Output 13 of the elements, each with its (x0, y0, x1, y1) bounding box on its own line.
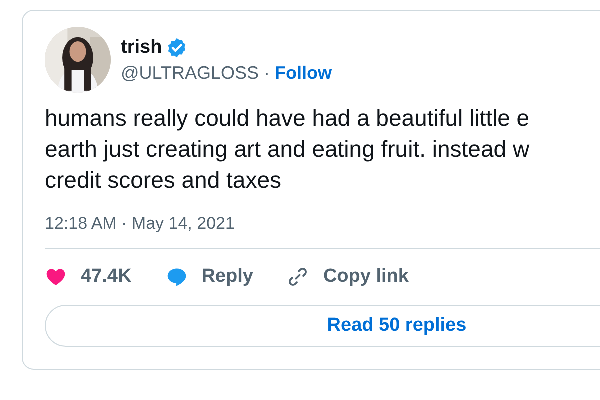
author-handle: @ULTRAGLOSS (121, 62, 259, 84)
tweet-text: humans really could have had a beautiful little e earth just creating art and eating fruit. instead w credit scores and taxes (45, 104, 531, 195)
follow-link[interactable]: Follow (274, 62, 332, 84)
copy-link-button[interactable]: Copy link (323, 266, 409, 288)
author-name: trish (121, 36, 162, 58)
speech-bubble-icon[interactable] (166, 266, 188, 288)
reply-button[interactable]: Reply (202, 266, 254, 288)
link-icon[interactable] (287, 266, 310, 288)
like-count[interactable]: 47.4K (81, 266, 132, 288)
read-replies-button[interactable]: Read 50 replies (45, 305, 600, 347)
separator-dot: · (264, 62, 270, 84)
tweet-timestamp: 12:18 AM · May 14, 2021 (45, 214, 236, 234)
heart-icon[interactable] (45, 266, 67, 288)
